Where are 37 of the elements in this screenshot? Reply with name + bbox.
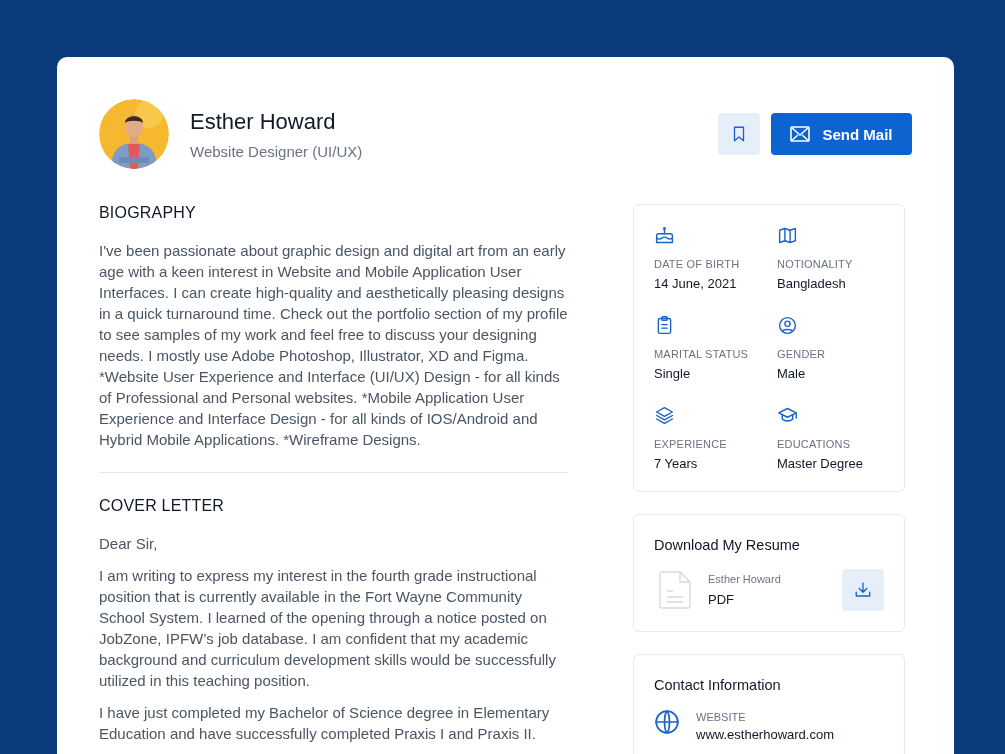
layers-icon [654, 405, 675, 426]
paragraph: I have just completed my Bachelor of Science degree in Elementary Education and have successfully completed Praxis I and Praxis II. [99, 703, 551, 744]
download-button[interactable] [842, 569, 884, 611]
download-icon [854, 581, 872, 599]
profile-name: Esther Howard [190, 108, 337, 135]
contact-value: www.estherhoward.com [696, 727, 834, 742]
card-title: Contact Information [654, 677, 782, 693]
paragraph: I've been passionate about graphic design and digital art from an early age with a keen interest in Website and Mobile Application User Interfaces. I can create high-quality and aesthetically pleasing designs in a quick turnaround time. Check out the portfolio section of my profile to see samples of my work and feel free to discuss your designing needs. I mostly use Adobe Photoshop, Illustrator, XD and Figma. *Website User Experience and Interface (UI/UX) Design - for all kinds of Professional and Personal websites. *Mobile Application User Experience and Interface Design - for all kinds of IOS/Android and Hybrid Mobile Applications. *Wireframe Designs. [99, 241, 568, 450]
detail-value: 7 Years [654, 456, 698, 471]
paragraph: Dear Sir, [99, 534, 159, 554]
detail-label: GENDER [777, 348, 826, 360]
detail-label: EXPERIENCE [654, 438, 727, 450]
paragraph: I am writing to express my interest in the fourth grade instructional position that is currently available in the Fort Wayne Community School System. I learned of the opening through a notice posted on JobZone, IPFW’s job database. I am confident that my academic background and curriculum development skills would be successfully utilized in this teaching position. [99, 566, 557, 691]
file-icon [659, 571, 691, 609]
map-icon [777, 225, 798, 246]
bookmark-button[interactable] [718, 113, 760, 155]
section-heading: BIOGRAPHY [99, 204, 197, 222]
detail-label: DATE OF BIRTH [654, 258, 740, 270]
mail-icon [790, 126, 811, 142]
file-type: PDF [708, 592, 735, 607]
send-mail-button[interactable]: Send Mail [771, 113, 912, 155]
contact-label: WEBSITE [696, 711, 747, 723]
card-title: Download My Resume [654, 537, 801, 553]
detail-value: Male [777, 366, 806, 381]
detail-value: Bangladesh [777, 276, 846, 291]
cake-icon [654, 225, 675, 246]
profile-role: Website Designer (UI/UX) [190, 142, 364, 160]
user-circle-icon [777, 315, 798, 336]
detail-label: NOTIONALITY [777, 258, 853, 270]
detail-label: EDUCATIONS [777, 438, 851, 450]
section-heading: COVER LETTER [99, 497, 226, 515]
detail-label: MARITAL STATUS [654, 348, 749, 360]
detail-value: Master Degree [777, 456, 863, 471]
file-name: Esther Howard [708, 573, 782, 585]
detail-value: 14 June, 2021 [654, 276, 737, 291]
globe-icon [654, 709, 680, 735]
detail-value: Single [654, 366, 691, 381]
